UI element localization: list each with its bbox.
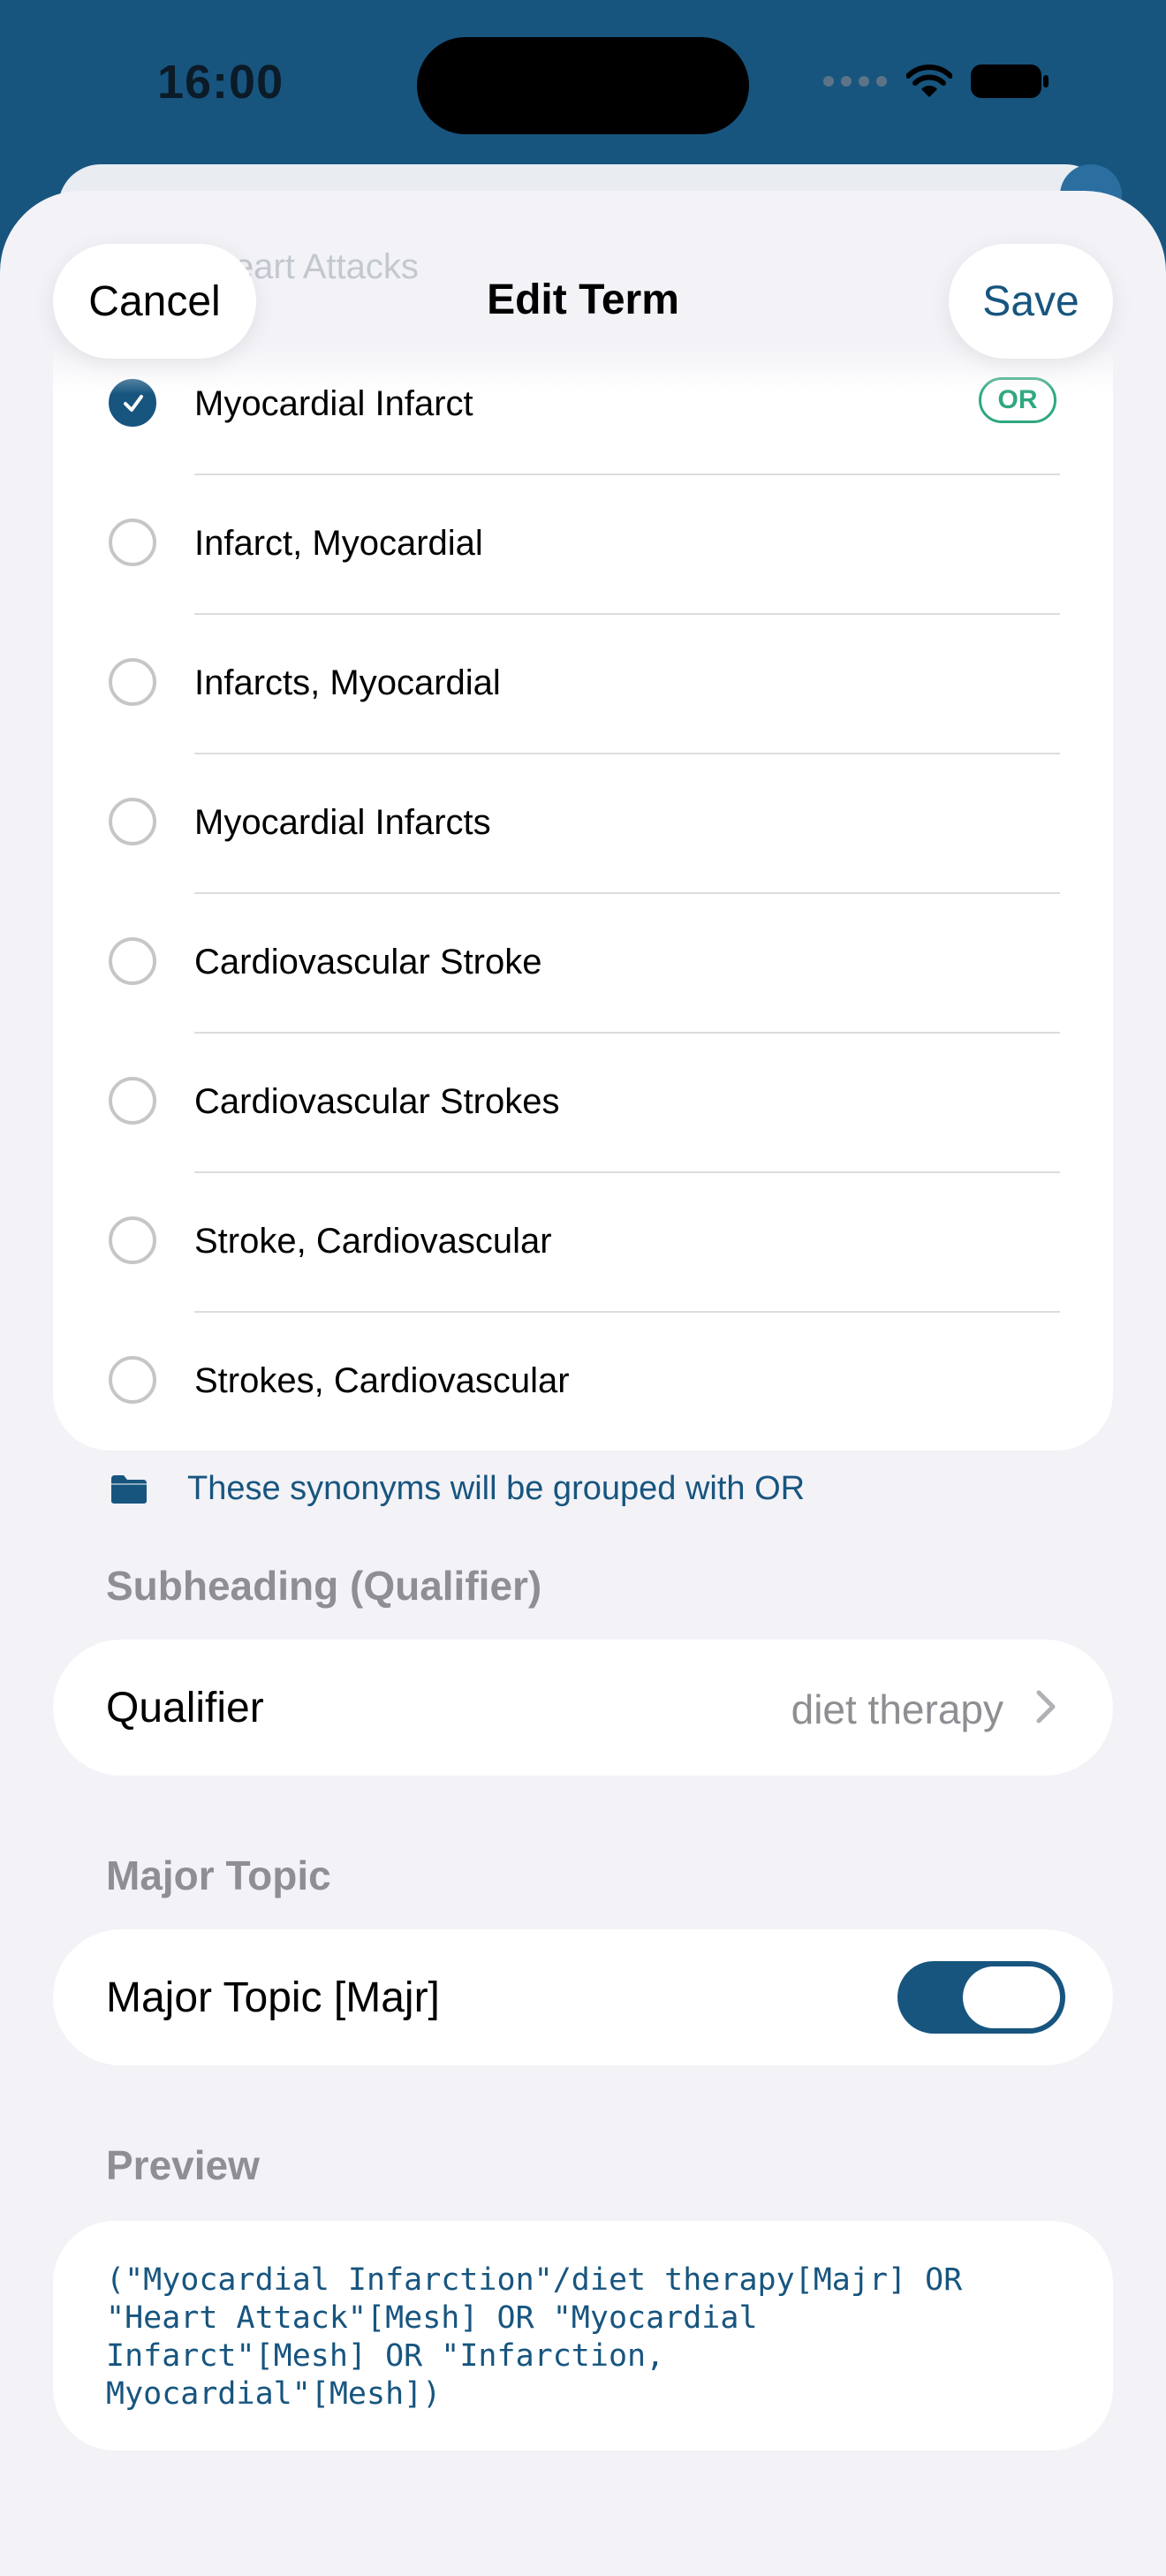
battery-icon [971,64,1049,98]
synonym-row-7[interactable]: Stroke, Cardiovascular [53,1173,1113,1313]
synonyms-footnote: These synonyms will be grouped with OR [110,1470,805,1508]
radio-circle-icon[interactable] [109,658,156,706]
synonym-row-5[interactable]: Cardiovascular Stroke [53,894,1113,1034]
synonym-label: Infarct, Myocardial [194,524,483,563]
footnote-text: These synonyms will be grouped with OR [187,1470,806,1507]
synonym-label: Cardiovascular Strokes [194,1082,560,1121]
major-topic-label: Major Topic [Majr] [106,1974,440,2021]
major-topic-section-header: Major Topic [106,1852,331,1898]
synonym-label: Infarcts, Myocardial [194,663,501,702]
synonym-row-4[interactable]: Myocardial Infarcts [53,754,1113,894]
synonym-row-3[interactable]: Infarcts, Myocardial [53,615,1113,754]
status-time: 16:00 [157,56,284,109]
synonym-label: Myocardial Infarcts [194,803,491,842]
folder-icon [111,1474,147,1504]
synonym-row-8[interactable]: Strokes, Cardiovascular [53,1313,1113,1452]
major-topic-toggle[interactable] [897,1961,1065,2034]
preview-query: ("Myocardial Infarction"/diet therapy[Ma… [106,2262,963,2412]
toggle-knob [963,1966,1060,2028]
status-icons [823,64,1049,99]
subheading-section-header: Subheading (Qualifier) [106,1563,542,1609]
radio-circle-icon[interactable] [109,1216,156,1264]
radio-circle-icon[interactable] [109,1077,156,1125]
radio-circle-icon[interactable] [109,798,156,845]
chevron-right-icon [1036,1690,1056,1724]
preview-section-header: Preview [106,2142,260,2188]
synonym-label: Cardiovascular Stroke [194,943,542,981]
preview-card: ("Myocardial Infarction"/diet therapy[Ma… [53,2221,1113,2451]
qualifier-value: diet therapy [791,1686,1003,1732]
radio-circle-icon[interactable] [109,937,156,985]
synonym-label: Stroke, Cardiovascular [194,1222,552,1261]
wifi-icon [906,64,952,97]
synonym-row-2[interactable]: Infarct, Myocardial [53,475,1113,615]
radio-circle-icon[interactable] [109,1356,156,1404]
cellular-dots-icon [823,76,887,87]
synonym-row-6[interactable]: Cardiovascular Strokes [53,1034,1113,1173]
synonym-label: Strokes, Cardiovascular [194,1361,570,1400]
dynamic-island [417,37,749,134]
major-topic-cell: Major Topic [Majr] [53,1929,1113,2065]
radio-circle-icon[interactable] [109,519,156,566]
qualifier-label: Qualifier [106,1685,264,1731]
save-button[interactable]: Save [949,244,1113,359]
qualifier-cell[interactable]: Qualifier diet therapy [53,1640,1113,1776]
